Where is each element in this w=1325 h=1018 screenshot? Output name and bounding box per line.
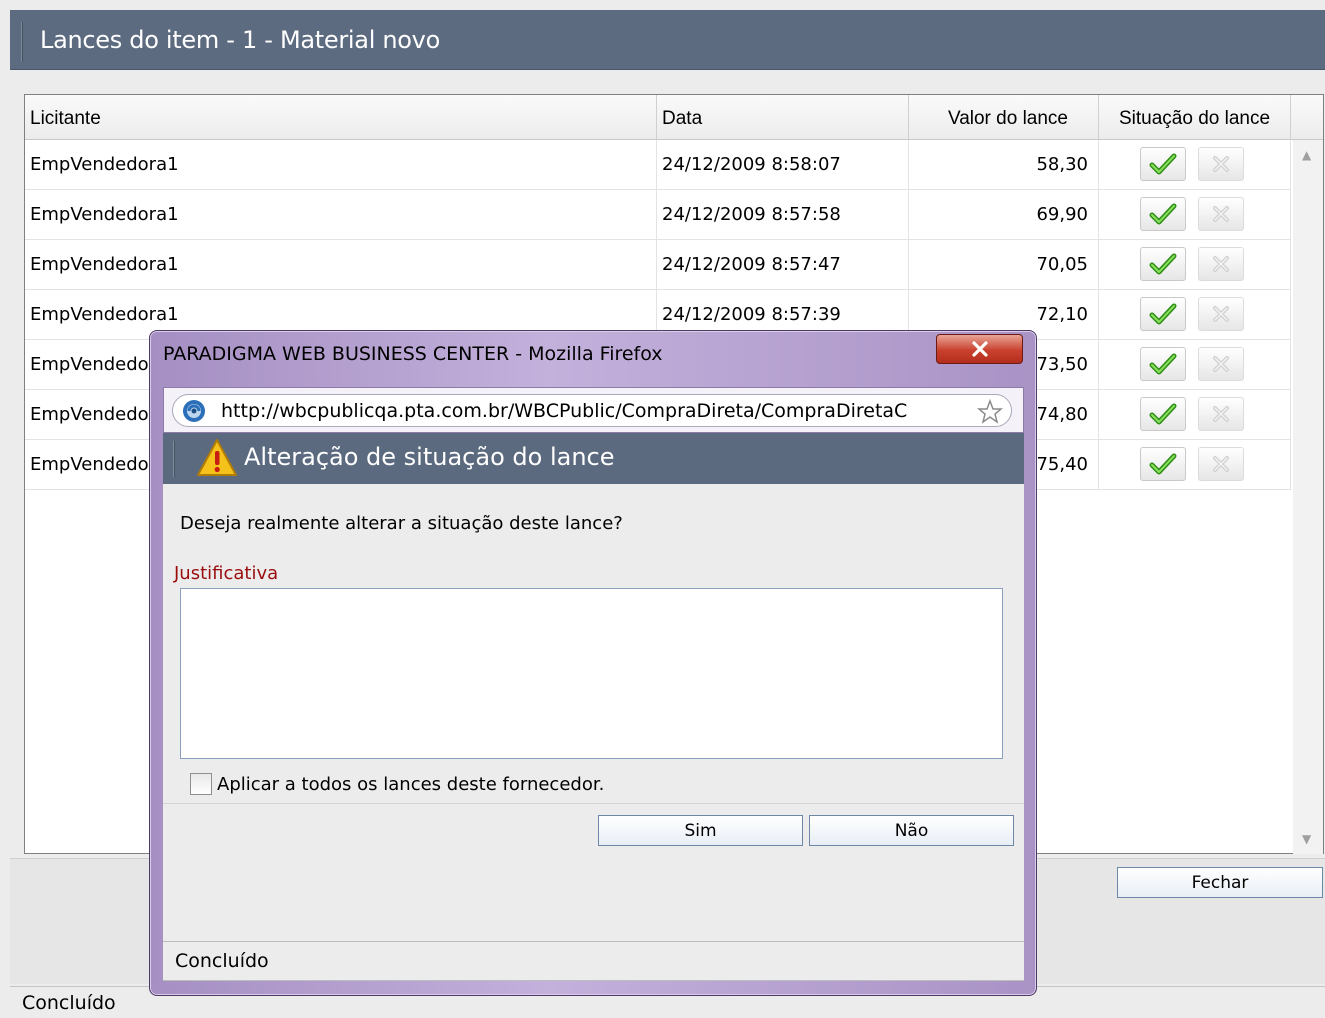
dialog-title: Alteração de situação do lance: [244, 443, 615, 471]
column-header-licitante[interactable]: Licitante: [25, 95, 657, 140]
grid-header: Licitante Data Valor do lance Situação d…: [25, 95, 1323, 140]
x-icon[interactable]: [1198, 247, 1244, 281]
page-header: Lances do item - 1 - Material novo: [10, 10, 1325, 70]
x-icon[interactable]: [1198, 347, 1244, 381]
check-icon[interactable]: [1140, 197, 1186, 231]
popup-status-bar: Concluído: [163, 941, 1024, 981]
check-icon[interactable]: [1140, 347, 1186, 381]
check-icon[interactable]: [1140, 297, 1186, 331]
situacao-cell: [1099, 290, 1291, 340]
data-cell: 24/12/2009 8:58:07: [657, 140, 909, 190]
popup-window-title: PARADIGMA WEB BUSINESS CENTER - Mozilla …: [163, 343, 663, 365]
scroll-down-icon[interactable]: ▼: [1302, 832, 1311, 846]
x-icon[interactable]: [1198, 197, 1244, 231]
no-button[interactable]: Não: [809, 815, 1014, 846]
address-bar: http://wbcpublicqa.pta.com.br/WBCPublic/…: [163, 387, 1024, 433]
table-row[interactable]: EmpVendedora1 24/12/2009 8:57:47 70,05: [25, 240, 1291, 290]
yes-button[interactable]: Sim: [598, 815, 803, 846]
close-icon[interactable]: [936, 334, 1023, 364]
app-window: Lances do item - 1 - Material novo Licit…: [0, 0, 1325, 1018]
licitante-cell: EmpVendedora1: [25, 190, 657, 240]
situacao-cell: [1099, 440, 1291, 490]
x-icon[interactable]: [1198, 447, 1244, 481]
dialog-header: Alteração de situação do lance: [163, 433, 1024, 484]
licitante-cell: EmpVendedora1: [25, 140, 657, 190]
situacao-cell: [1099, 140, 1291, 190]
situacao-cell: [1099, 390, 1291, 440]
valor-cell: 70,05: [909, 240, 1099, 290]
data-cell: 24/12/2009 8:57:58: [657, 190, 909, 240]
bookmark-star-icon[interactable]: [976, 398, 1004, 429]
table-row[interactable]: EmpVendedora1 24/12/2009 8:58:07 58,30: [25, 140, 1291, 190]
justificativa-input[interactable]: [180, 588, 1003, 759]
column-header-data[interactable]: Data: [657, 95, 909, 140]
check-icon[interactable]: [1140, 247, 1186, 281]
url-field[interactable]: http://wbcpublicqa.pta.com.br/WBCPublic/…: [172, 394, 1012, 427]
data-cell: 24/12/2009 8:57:47: [657, 240, 909, 290]
column-header-valor[interactable]: Valor do lance: [909, 95, 1099, 140]
check-icon[interactable]: [1140, 147, 1186, 181]
x-icon[interactable]: [1198, 297, 1244, 331]
site-identity-icon[interactable]: [181, 398, 207, 428]
popup-window: PARADIGMA WEB BUSINESS CENTER - Mozilla …: [149, 330, 1037, 996]
valor-cell: 58,30: [909, 140, 1099, 190]
check-icon[interactable]: [1140, 447, 1186, 481]
page-title: Lances do item - 1 - Material novo: [40, 26, 440, 54]
grid-scrollbar[interactable]: ▲ ▼: [1293, 140, 1323, 854]
header-grip: [21, 22, 23, 62]
x-icon[interactable]: [1198, 147, 1244, 181]
confirm-question: Deseja realmente alterar a situação dest…: [180, 513, 623, 534]
scroll-up-icon[interactable]: ▲: [1302, 148, 1311, 162]
apply-all-label[interactable]: Aplicar a todos os lances deste forneced…: [217, 774, 604, 795]
apply-all-checkbox[interactable]: [190, 773, 212, 795]
situacao-cell: [1099, 340, 1291, 390]
warning-icon: [195, 437, 239, 483]
table-row[interactable]: EmpVendedora1 24/12/2009 8:57:58 69,90: [25, 190, 1291, 240]
popup-content: Alteração de situação do lance Deseja re…: [163, 433, 1024, 943]
apply-all-row[interactable]: Aplicar a todos os lances deste forneced…: [190, 772, 604, 796]
url-text: http://wbcpublicqa.pta.com.br/WBCPublic/…: [221, 400, 908, 422]
close-button[interactable]: Fechar: [1117, 867, 1323, 898]
valor-cell: 69,90: [909, 190, 1099, 240]
situacao-cell: [1099, 190, 1291, 240]
dialog-header-grip: [173, 441, 175, 477]
x-icon[interactable]: [1198, 397, 1244, 431]
column-header-situacao[interactable]: Situação do lance: [1099, 95, 1291, 140]
situacao-cell: [1099, 240, 1291, 290]
licitante-cell: EmpVendedora1: [25, 240, 657, 290]
check-icon[interactable]: [1140, 397, 1186, 431]
justificativa-label: Justificativa: [174, 563, 279, 584]
dialog-divider: [163, 803, 1024, 804]
